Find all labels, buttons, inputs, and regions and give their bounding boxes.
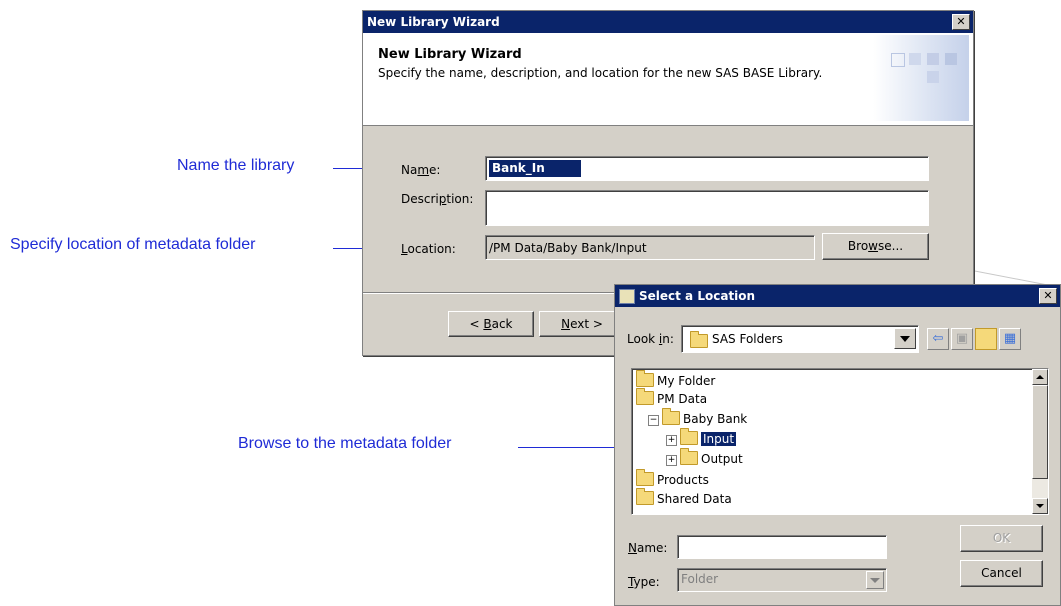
back-arrow-icon[interactable]: ⇦ bbox=[927, 328, 949, 350]
expand-icon[interactable]: + bbox=[666, 435, 677, 446]
dialog-app-icon bbox=[619, 289, 635, 304]
tree-item-input[interactable]: + Input bbox=[666, 428, 737, 448]
folder-tree[interactable]: My Folder PM Data − Baby Bank + Input + Out… bbox=[631, 368, 1049, 515]
wizard-location-label: Location: bbox=[401, 242, 456, 256]
dialog-type-label: Type: bbox=[628, 575, 660, 589]
tree-item-baby-bank[interactable]: − Baby Bank bbox=[648, 408, 747, 428]
annotation-browse-folder: Browse to the metadata folder bbox=[238, 435, 452, 452]
wizard-title: New Library Wizard bbox=[367, 15, 500, 29]
type-chevron-down-icon bbox=[866, 571, 884, 589]
folder-icon bbox=[636, 488, 654, 505]
wizard-name-value: Bank_In bbox=[489, 160, 581, 177]
tree-item-products[interactable]: Products bbox=[636, 469, 709, 489]
new-folder-icon[interactable] bbox=[975, 328, 997, 350]
dialog-titlebar: Select a Location ✕ bbox=[615, 285, 1060, 307]
wizard-close-icon[interactable]: ✕ bbox=[952, 14, 970, 30]
wizard-description-field[interactable] bbox=[485, 190, 929, 226]
dialog-type-select: Folder bbox=[677, 568, 887, 592]
wizard-name-field[interactable]: Bank_In bbox=[485, 156, 929, 181]
expand-icon[interactable]: + bbox=[666, 455, 677, 466]
lookin-select[interactable]: SAS Folders bbox=[681, 325, 919, 353]
next-button[interactable]: Next > bbox=[539, 311, 625, 337]
tree-item-pm-data[interactable]: PM Data bbox=[636, 388, 707, 408]
scroll-thumb[interactable] bbox=[1032, 385, 1048, 479]
folder-icon bbox=[662, 408, 680, 425]
dialog-name-label: Name: bbox=[628, 541, 668, 555]
dialog-type-value: Folder bbox=[681, 572, 719, 586]
up-folder-icon: ▣ bbox=[951, 328, 973, 350]
wizard-location-value: /PM Data/Baby Bank/Input bbox=[489, 241, 647, 255]
details-view-icon[interactable]: ▦ bbox=[999, 328, 1021, 350]
tree-item-my-folder[interactable]: My Folder bbox=[636, 370, 715, 390]
dialog-close-icon[interactable]: ✕ bbox=[1039, 288, 1057, 304]
wizard-header-description: Specify the name, description, and locat… bbox=[378, 66, 823, 80]
tree-scrollbar[interactable] bbox=[1032, 369, 1048, 514]
wizard-header-title: New Library Wizard bbox=[378, 47, 522, 62]
collapse-icon[interactable]: − bbox=[648, 415, 659, 426]
annotation-specify-location: Specify location of metadata folder bbox=[10, 236, 256, 253]
dialog-name-field[interactable] bbox=[677, 535, 887, 559]
annotation-name-library: Name the library bbox=[177, 157, 295, 174]
scroll-up-icon[interactable] bbox=[1032, 369, 1048, 385]
scroll-down-icon[interactable] bbox=[1032, 498, 1048, 514]
folder-icon bbox=[636, 388, 654, 405]
chevron-down-icon[interactable] bbox=[894, 328, 916, 349]
cancel-button[interactable]: Cancel bbox=[960, 560, 1043, 587]
folder-icon bbox=[680, 428, 698, 445]
lookin-label: Look in: bbox=[627, 332, 674, 346]
wizard-titlebar: New Library Wizard ✕ bbox=[363, 11, 973, 33]
wizard-name-label: Name: bbox=[401, 163, 441, 177]
wizard-header-panel: New Library Wizard Specify the name, des… bbox=[363, 33, 973, 126]
dialog-title: Select a Location bbox=[639, 289, 756, 303]
wizard-description-label: Description: bbox=[401, 192, 474, 206]
folder-icon bbox=[636, 469, 654, 486]
back-button[interactable]: < Back bbox=[448, 311, 534, 337]
ok-button[interactable]: OK bbox=[960, 525, 1043, 552]
wizard-location-field: /PM Data/Baby Bank/Input bbox=[485, 235, 815, 260]
user-folder-icon bbox=[636, 370, 654, 387]
tree-item-output[interactable]: + Output bbox=[666, 448, 743, 468]
tree-item-shared-data[interactable]: Shared Data bbox=[636, 488, 732, 508]
select-location-dialog: Select a Location ✕ Look in: SAS Folders… bbox=[614, 284, 1061, 606]
lookin-value: SAS Folders bbox=[712, 332, 783, 346]
folder-icon bbox=[680, 448, 698, 465]
browse-button[interactable]: Browse... bbox=[822, 233, 929, 260]
sas-folders-icon bbox=[690, 331, 708, 348]
wizard-header-graphic bbox=[873, 35, 969, 121]
